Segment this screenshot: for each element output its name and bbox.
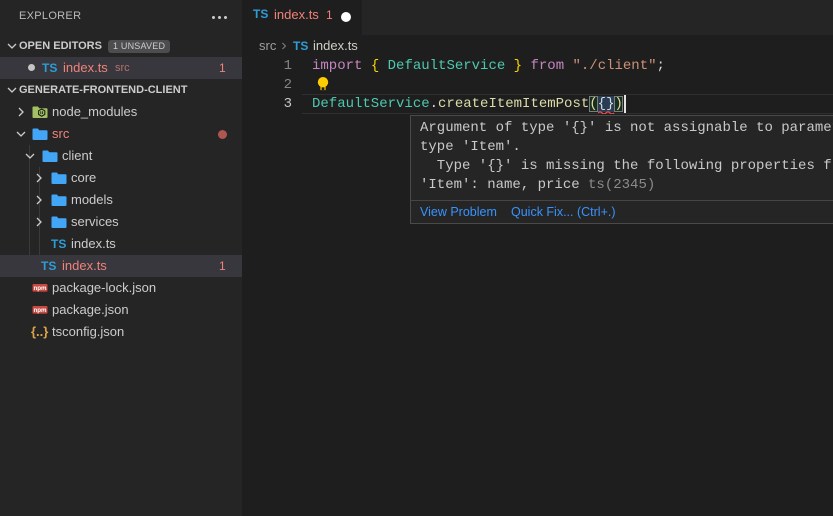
svg-text:npm: npm: [33, 307, 47, 314]
svg-text:npm: npm: [33, 285, 47, 292]
